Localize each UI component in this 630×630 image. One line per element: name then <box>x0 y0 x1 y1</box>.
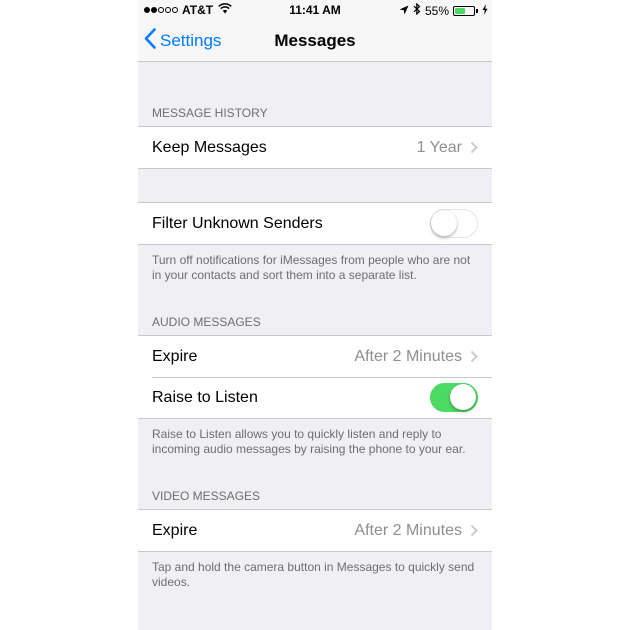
phone-screen: AT&T 11:41 AM 55% Settings Messages MESS… <box>138 0 492 630</box>
filter-unknown-senders-row: Filter Unknown Senders <box>138 203 492 244</box>
status-bar: AT&T 11:41 AM 55% <box>138 0 492 20</box>
location-arrow-icon <box>399 4 409 18</box>
raise-to-listen-label: Raise to Listen <box>152 388 258 406</box>
audio-messages-footer: Raise to Listen allows you to quickly li… <box>152 427 466 456</box>
section-header-audio-messages: AUDIO MESSAGES <box>152 315 261 329</box>
audio-expire-value: After 2 Minutes <box>354 347 462 365</box>
filter-group: Filter Unknown Senders <box>138 202 492 245</box>
battery-fill <box>455 7 465 14</box>
keep-messages-label: Keep Messages <box>152 138 267 156</box>
chevron-right-icon <box>470 350 478 363</box>
filter-footer: Turn off notifications for iMessages fro… <box>152 253 471 282</box>
message-history-group: Keep Messages 1 Year <box>138 126 492 169</box>
raise-to-listen-toggle[interactable] <box>430 383 478 412</box>
keep-messages-row[interactable]: Keep Messages 1 Year <box>138 127 492 168</box>
section-header-message-history: MESSAGE HISTORY <box>152 106 268 120</box>
audio-messages-group: Expire After 2 Minutes Raise to Listen <box>138 335 492 419</box>
settings-list: MESSAGE HISTORY Keep Messages 1 Year Fil… <box>138 63 492 590</box>
chevron-right-icon <box>470 141 478 154</box>
filter-unknown-senders-toggle[interactable] <box>430 209 478 238</box>
page-title: Messages <box>274 31 356 50</box>
toggle-knob <box>450 384 476 410</box>
chevron-right-icon <box>470 524 478 537</box>
video-expire-row[interactable]: Expire After 2 Minutes <box>138 510 492 551</box>
status-right: 55% <box>399 2 488 18</box>
filter-unknown-senders-label: Filter Unknown Senders <box>152 214 323 232</box>
raise-to-listen-row: Raise to Listen <box>138 377 492 418</box>
audio-expire-row[interactable]: Expire After 2 Minutes <box>138 336 492 377</box>
video-expire-label: Expire <box>152 521 198 539</box>
battery-percent: 55% <box>424 3 449 18</box>
video-messages-group: Expire After 2 Minutes <box>138 509 492 552</box>
battery-body <box>453 5 475 16</box>
section-header-video-messages: VIDEO MESSAGES <box>152 489 261 503</box>
charging-bolt-icon <box>482 3 488 18</box>
bluetooth-icon <box>413 2 421 18</box>
navigation-bar: Settings Messages <box>138 20 492 62</box>
battery-icon <box>453 5 478 16</box>
toggle-knob <box>431 210 457 236</box>
battery-tip <box>476 8 478 13</box>
keep-messages-value: 1 Year <box>416 138 462 156</box>
video-expire-value: After 2 Minutes <box>354 521 462 539</box>
video-messages-footer: Tap and hold the camera button in Messag… <box>152 560 475 589</box>
audio-expire-label: Expire <box>152 347 198 365</box>
